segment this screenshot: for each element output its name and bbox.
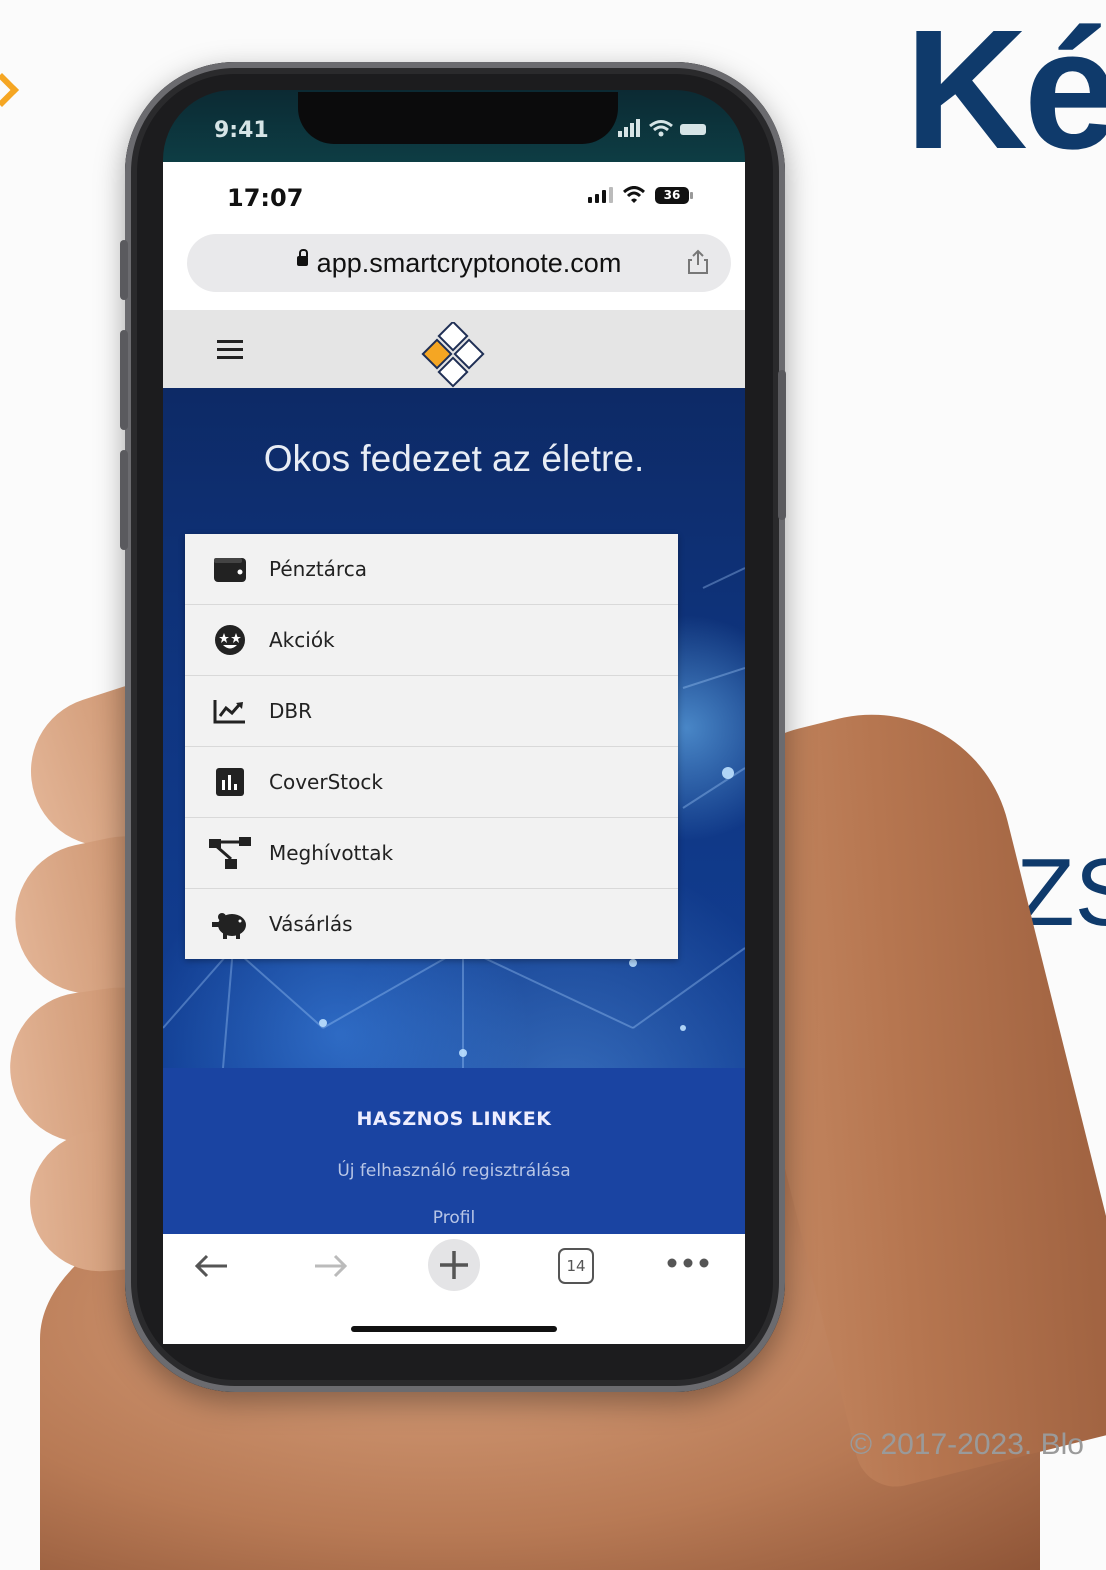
phone-volume-down [120,450,128,550]
menu-item-label: Akciók [269,628,335,652]
home-indicator[interactable] [351,1326,557,1332]
piggy-bank-icon [207,907,253,941]
back-arrow-icon[interactable] [191,1246,231,1286]
site-footer: HASZNOS LINKEK Új felhasználó regisztrál… [163,1068,745,1238]
menu-item-label: DBR [269,699,313,723]
address-bar[interactable]: app.smartcryptonote.com [187,234,731,292]
browser-toolbar: 14 [163,1234,745,1344]
menu-item-label: CoverStock [269,770,383,794]
url-text: app.smartcryptonote.com [316,247,622,278]
footer-link-register[interactable]: Új felhasználó regisztrálása [163,1161,745,1181]
share-icon[interactable] [687,249,709,275]
slide-headline: Ké [905,0,1106,185]
phone-outer-status-icons [618,118,708,145]
menu-item-akciok[interactable]: Akciók [185,605,678,676]
bar-chart-box-icon [207,765,253,799]
menu-item-meghivottak[interactable]: Meghívottak [185,818,678,889]
menu-item-coverstock[interactable]: CoverStock [185,747,678,818]
hero-title: Okos fedezet az életre. [263,438,645,479]
phone-notch [298,92,618,144]
menu-item-label: Meghívottak [269,841,394,865]
slide-copyright: © 2017-2023. Blo [850,1428,1084,1461]
network-tree-icon [207,836,253,870]
menu-item-label: Vásárlás [269,912,353,936]
menu-hamburger-icon[interactable] [217,340,243,364]
battery-icon: 36 [655,186,693,204]
hero-section: Okos fedezet az életre. Pénztárca Akciók… [163,388,745,1068]
phone-power-button [778,370,786,520]
tab-count-button[interactable]: 14 [558,1248,594,1284]
phone-mute-switch [120,240,128,300]
menu-item-vasarlas[interactable]: Vásárlás [185,889,678,959]
more-options-icon[interactable] [665,1256,711,1270]
site-header [163,310,745,389]
status-icons: 36 [588,186,693,204]
menu-item-penztarca[interactable]: Pénztárca [185,534,678,605]
signal-icon [588,187,613,203]
slide-arrow-icon [0,73,19,107]
new-tab-plus-icon[interactable] [427,1238,481,1292]
footer-link-profile[interactable]: Profil [163,1208,745,1228]
menu-item-dbr[interactable]: DBR [185,676,678,747]
phone-outer-time: 9:41 [214,118,269,143]
phone-screen: 17:07 36 app.smartcryptonote.com Okos fe… [163,162,745,1344]
footer-title: HASZNOS LINKEK [356,1108,552,1130]
menu-item-label: Pénztárca [269,557,367,581]
trending-chart-icon [207,694,253,728]
lock-icon [296,249,308,266]
star-eyes-emoji-icon [207,623,253,657]
smartcryptonote-logo[interactable] [417,322,489,388]
main-menu: Pénztárca Akciók DBR CoverStock Meghívot… [185,534,678,959]
status-time: 17:07 [227,184,304,212]
wifi-icon [623,186,645,203]
phone-volume-up [120,330,128,430]
wallet-icon [207,552,253,586]
forward-arrow-icon[interactable] [311,1246,351,1286]
